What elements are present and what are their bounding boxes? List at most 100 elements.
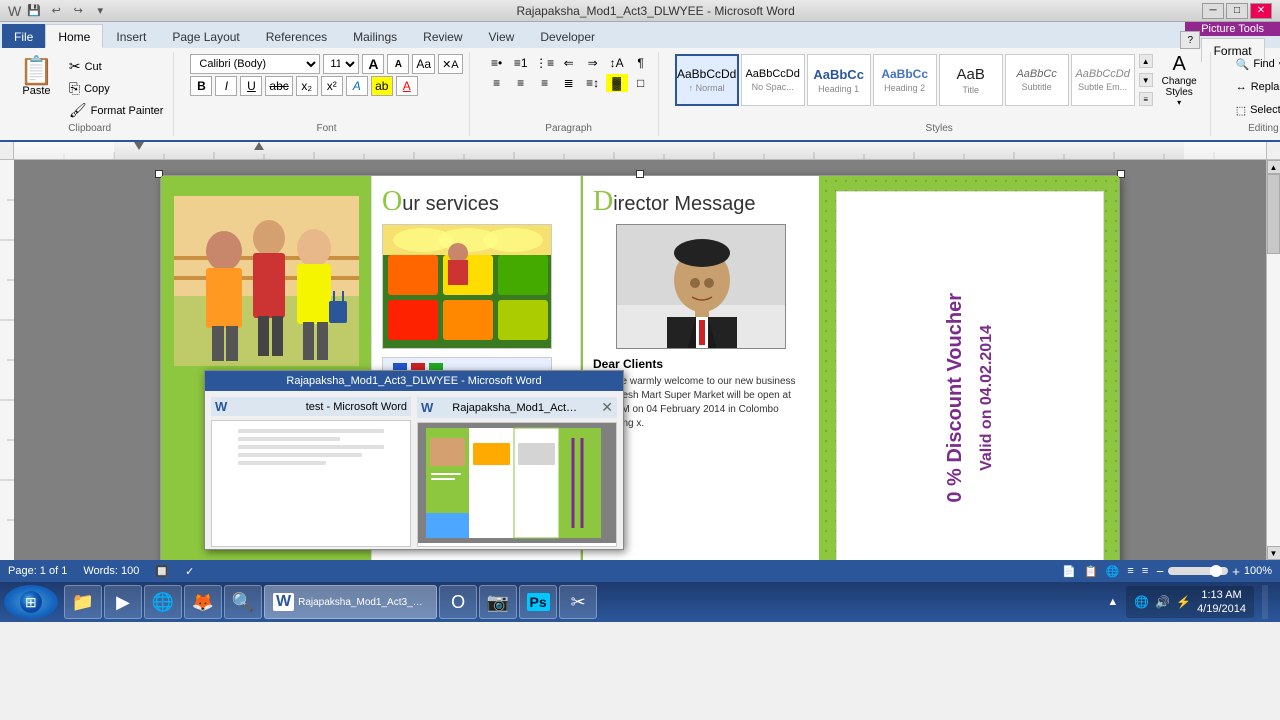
view-normal-button[interactable]: 📄 xyxy=(1062,565,1076,578)
zoom-in-button[interactable]: + xyxy=(1232,564,1240,579)
find-button[interactable]: 🔍 Find ▾ xyxy=(1227,54,1280,74)
show-marks-button[interactable]: ¶ xyxy=(630,54,652,72)
clear-formatting-button[interactable]: ✕A xyxy=(438,54,463,74)
find-label: Find xyxy=(1253,58,1274,70)
view-fullscreen-button[interactable]: 📋 xyxy=(1084,565,1098,578)
text-effects-button[interactable]: A xyxy=(346,76,368,96)
styles-scroll-down[interactable]: ▼ xyxy=(1139,73,1153,87)
window-title: Rajapaksha_Mod1_Act3_DLWYEE - Microsoft … xyxy=(109,4,1202,18)
change-styles-button[interactable]: A Change Styles ▾ xyxy=(1155,55,1204,105)
tab-developer[interactable]: Developer xyxy=(527,24,608,48)
align-right-button[interactable]: ≡ xyxy=(534,74,556,92)
paste-button[interactable]: 📋 Paste xyxy=(12,54,61,121)
view-outline-button[interactable]: ≡ xyxy=(1127,565,1133,577)
font-name-select[interactable]: Calibri (Body) xyxy=(190,54,320,74)
task-close-button[interactable]: ✕ xyxy=(601,399,613,416)
font-color-button[interactable]: A xyxy=(396,76,418,96)
style-subtle-em[interactable]: AaBbCcDd Subtle Em... xyxy=(1071,54,1135,106)
taskbar-mediaplayer[interactable]: ▶ xyxy=(104,585,142,619)
center-button[interactable]: ≡ xyxy=(510,74,532,92)
strikethrough-button[interactable]: abc xyxy=(265,76,292,96)
shrink-font-button[interactable]: A xyxy=(387,54,409,74)
subscript-button[interactable]: x₂ xyxy=(296,76,318,96)
style-heading2[interactable]: AaBbCc Heading 2 xyxy=(873,54,937,106)
view-draft-button[interactable]: ≡ xyxy=(1142,565,1148,577)
view-web-button[interactable]: 🌐 xyxy=(1106,565,1120,578)
tab-references[interactable]: References xyxy=(253,24,340,48)
format-painter-button[interactable]: 🖌 Format Painter xyxy=(65,100,168,121)
tab-review[interactable]: Review xyxy=(410,24,475,48)
styles-more-button[interactable]: ≡ xyxy=(1139,92,1153,106)
scroll-down-button[interactable]: ▼ xyxy=(1267,546,1280,560)
style-no-spacing[interactable]: AaBbCcDd No Spac... xyxy=(741,54,805,106)
shading-button[interactable]: ▓ xyxy=(606,74,628,92)
highlight-button[interactable]: ab xyxy=(371,76,393,96)
select-button[interactable]: ⬚ Select ▾ xyxy=(1227,100,1280,120)
show-hidden-icons[interactable]: ▲ xyxy=(1107,596,1118,608)
tab-insert[interactable]: Insert xyxy=(103,24,159,48)
taskbar-opera[interactable]: O xyxy=(439,585,477,619)
task-preview-doc[interactable]: W Rajapaksha_Mod1_Act3_DL... ✕ xyxy=(417,397,617,547)
decrease-indent-button[interactable]: ⇐ xyxy=(558,54,580,72)
taskbar-word[interactable]: W Rajapaksha_Mod1_Act3_DL... xyxy=(264,585,437,619)
zoom-slider[interactable] xyxy=(1168,567,1228,575)
underline-button[interactable]: U xyxy=(240,76,262,96)
resize-handle-top[interactable] xyxy=(636,170,644,178)
tab-file[interactable]: File xyxy=(2,24,45,48)
customize-qat-button[interactable]: ▾ xyxy=(91,3,109,19)
task-preview-test[interactable]: W test - Microsoft Word xyxy=(211,397,411,547)
style-subtitle[interactable]: AaBbCc Subtitle xyxy=(1005,54,1069,106)
style-normal[interactable]: AaBbCcDd ↑ Normal xyxy=(675,54,739,106)
vertical-scrollbar[interactable]: ▲ ▼ xyxy=(1266,160,1280,560)
minimize-button[interactable]: ─ xyxy=(1202,3,1224,19)
taskbar-chrome[interactable]: 🌐 xyxy=(144,585,182,619)
tab-mailings[interactable]: Mailings xyxy=(340,24,410,48)
italic-button[interactable]: I xyxy=(215,76,237,96)
horizontal-ruler[interactable] xyxy=(14,142,1266,160)
align-left-button[interactable]: ≡ xyxy=(486,74,508,92)
sort-button[interactable]: ↕A xyxy=(606,54,628,72)
style-title[interactable]: AaB Title xyxy=(939,54,1003,106)
grow-font-button[interactable]: A xyxy=(362,54,384,74)
help-button[interactable]: ? xyxy=(1180,31,1200,49)
undo-button[interactable]: ↩ xyxy=(47,3,65,19)
justify-button[interactable]: ≣ xyxy=(558,74,580,92)
styles-scroll-up[interactable]: ▲ xyxy=(1139,54,1153,68)
tab-home[interactable]: Home xyxy=(45,24,103,48)
copy-button[interactable]: ⎘ Copy xyxy=(65,78,168,99)
zoom-out-button[interactable]: − xyxy=(1156,564,1164,579)
increase-indent-button[interactable]: ⇒ xyxy=(582,54,604,72)
maximize-button[interactable]: □ xyxy=(1226,3,1248,19)
style-heading1[interactable]: AaBbCc Heading 1 xyxy=(807,54,871,106)
font-size-select[interactable]: 11 xyxy=(323,54,359,74)
cut-button[interactable]: ✂ Cut xyxy=(65,56,168,77)
taskbar-explorer[interactable]: 📁 xyxy=(64,585,102,619)
redo-button[interactable]: ↪ xyxy=(69,3,87,19)
start-button[interactable]: ⊞ xyxy=(4,585,58,619)
tab-page-layout[interactable]: Page Layout xyxy=(159,24,252,48)
close-button[interactable]: ✕ xyxy=(1250,3,1272,19)
taskbar-snip[interactable]: ✂ xyxy=(559,585,597,619)
superscript-button[interactable]: x² xyxy=(321,76,343,96)
replace-button[interactable]: ↔ Replace xyxy=(1227,77,1280,97)
tab-view[interactable]: View xyxy=(476,24,528,48)
change-case-button[interactable]: Aa xyxy=(412,54,435,74)
taskbar-camera[interactable]: 📷 xyxy=(479,585,517,619)
multilevel-list-button[interactable]: ⋮≡ xyxy=(534,54,556,72)
taskbar-search[interactable]: 🔍 xyxy=(224,585,262,619)
bold-button[interactable]: B xyxy=(190,76,212,96)
ribbon: File Home Insert Page Layout References … xyxy=(0,22,1280,142)
scroll-thumb[interactable] xyxy=(1267,174,1280,254)
svg-text:⊞: ⊞ xyxy=(25,594,37,610)
numbering-button[interactable]: ≡1 xyxy=(510,54,532,72)
scroll-up-button[interactable]: ▲ xyxy=(1267,160,1280,174)
border-button[interactable]: □ xyxy=(630,74,652,92)
line-spacing-button[interactable]: ≡↕ xyxy=(582,74,604,92)
zoom-control[interactable]: − + 100% xyxy=(1156,564,1272,579)
taskbar-photoshop[interactable]: Ps xyxy=(519,585,557,619)
taskbar-firefox[interactable]: 🦊 xyxy=(184,585,222,619)
save-button[interactable]: 💾 xyxy=(25,3,43,19)
show-desktop-button[interactable] xyxy=(1262,585,1268,619)
document-canvas[interactable]: F resh Mart Super Market Fresh Mart Supe… xyxy=(14,160,1266,560)
bullets-button[interactable]: ≡• xyxy=(486,54,508,72)
